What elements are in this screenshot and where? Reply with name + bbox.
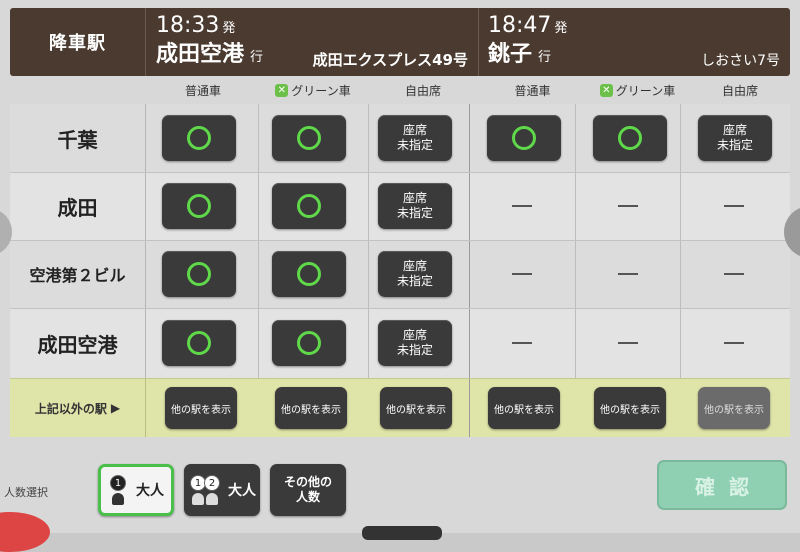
unavailable-dash [618, 273, 638, 275]
train-a-name: 成田エクスプレス49号 [312, 51, 468, 69]
two-persons-icon: 1 2 [188, 475, 222, 505]
green-car-icon: ✕ [599, 83, 613, 97]
unavailable-dash [512, 205, 532, 207]
class-b-unreserved: 自由席 [721, 83, 758, 98]
seat-button-narita-a-green[interactable] [272, 183, 346, 229]
seat-button-naritaairport-a-unreserved[interactable]: 座席 未指定 [378, 320, 452, 366]
available-circle-icon [187, 126, 211, 150]
seat-button-naritaairport-a-green[interactable] [272, 320, 346, 366]
unavailable-dash [512, 273, 532, 275]
unavailable-dash [724, 205, 744, 207]
bottom-tab [362, 526, 442, 540]
seat-button-chiba-b-ordinary[interactable] [487, 115, 561, 161]
train-a-dest-suffix: 行 [250, 50, 264, 65]
confirm-button[interactable]: 確認 [657, 460, 787, 510]
green-car-icon: ✕ [275, 83, 289, 97]
unavailable-dash [512, 342, 532, 344]
seat-button-narita-a-unreserved[interactable]: 座席 未指定 [378, 183, 452, 229]
train-b-departure-time: 18:47 [488, 13, 552, 38]
unavailable-dash [618, 342, 638, 344]
right-arrow-icon: ▶ [110, 401, 121, 415]
available-circle-icon [512, 126, 536, 150]
train-a-destination: 成田空港 [156, 42, 245, 67]
other-passenger-count-button[interactable]: その他の 人数 [270, 464, 346, 516]
show-other-stations-button[interactable]: 他の駅を表示 [594, 387, 666, 429]
seat-button-narita-a-ordinary[interactable] [162, 183, 236, 229]
station-name: 成田空港 [10, 308, 146, 378]
dropoff-station-header: 降車駅 [10, 8, 146, 76]
train-a-time-suffix: 発 [222, 21, 236, 36]
train-a-departure-time: 18:33 [156, 13, 220, 38]
seat-button-airport2-a-green[interactable] [272, 251, 346, 297]
passenger-count-label: 人数選択 [4, 486, 48, 499]
other-station-row: 上記以外の駅 ▶ 他の駅を表示 他の駅を表示 他の駅を表示 他の駅を表示 他の駅を… [10, 378, 790, 437]
one-adult-button[interactable]: 1 大人 [98, 464, 174, 516]
train-b-header: 18:47 発 銚子行 しおさい7号 [480, 8, 790, 76]
seat-button-chiba-b-green[interactable] [593, 115, 667, 161]
class-b-ordinary: 普通車 [514, 83, 551, 98]
person-icon: 1 [108, 475, 130, 505]
ticket-machine-screen: 降車駅 18:33 発 成田空港行 成田エクスプレス49号 18:47 発 銚子行 … [0, 0, 800, 552]
class-b-green: ✕ グリーン車 [585, 76, 690, 104]
available-circle-icon [297, 126, 321, 150]
station-name: 成田 [10, 172, 146, 240]
two-adults-button[interactable]: 1 2 大人 [184, 464, 260, 516]
train-b-name: しおさい7号 [701, 53, 780, 69]
show-other-stations-button[interactable]: 他の駅を表示 [488, 387, 560, 429]
station-name: 空港第２ビル [10, 240, 146, 308]
available-circle-icon [297, 331, 321, 355]
seat-button-airport2-a-ordinary[interactable] [162, 251, 236, 297]
unavailable-dash [618, 205, 638, 207]
available-circle-icon [297, 262, 321, 286]
show-other-stations-button[interactable]: 他の駅を表示 [165, 387, 237, 429]
seat-button-naritaairport-a-ordinary[interactable] [162, 320, 236, 366]
seat-class-header-row: 普通車 ✕ グリーン車 自由席 普通車 ✕ グリーン車 自由席 [10, 76, 790, 104]
train-b-destination: 銚子 [488, 42, 533, 67]
available-circle-icon [187, 194, 211, 218]
unavailable-dash [724, 273, 744, 275]
show-other-stations-button[interactable]: 他の駅を表示 [698, 387, 770, 429]
show-other-stations-button[interactable]: 他の駅を表示 [275, 387, 347, 429]
seat-button-airport2-a-unreserved[interactable]: 座席 未指定 [378, 251, 452, 297]
class-a-ordinary: 普通車 [184, 83, 221, 98]
cancel-corner [0, 512, 50, 552]
train-header: 降車駅 18:33 発 成田空港行 成田エクスプレス49号 18:47 発 銚子行 … [10, 8, 790, 76]
class-a-green: ✕ グリーン車 [258, 76, 368, 104]
train-a-header: 18:33 発 成田空港行 成田エクスプレス49号 [148, 8, 479, 76]
train-b-time-suffix: 発 [554, 21, 568, 36]
seat-button-chiba-a-unreserved[interactable]: 座席 未指定 [378, 115, 452, 161]
unavailable-dash [724, 342, 744, 344]
station-name: 千葉 [10, 104, 146, 172]
available-circle-icon [297, 194, 321, 218]
other-station-label: 上記以外の駅 ▶ [10, 379, 146, 437]
show-other-stations-button[interactable]: 他の駅を表示 [380, 387, 452, 429]
train-b-dest-suffix: 行 [538, 50, 552, 65]
seat-button-chiba-b-unreserved[interactable]: 座席 未指定 [698, 115, 772, 161]
seat-button-chiba-a-ordinary[interactable] [162, 115, 236, 161]
available-circle-icon [618, 126, 642, 150]
class-a-unreserved: 自由席 [404, 83, 441, 98]
seat-button-chiba-a-green[interactable] [272, 115, 346, 161]
available-circle-icon [187, 331, 211, 355]
available-circle-icon [187, 262, 211, 286]
